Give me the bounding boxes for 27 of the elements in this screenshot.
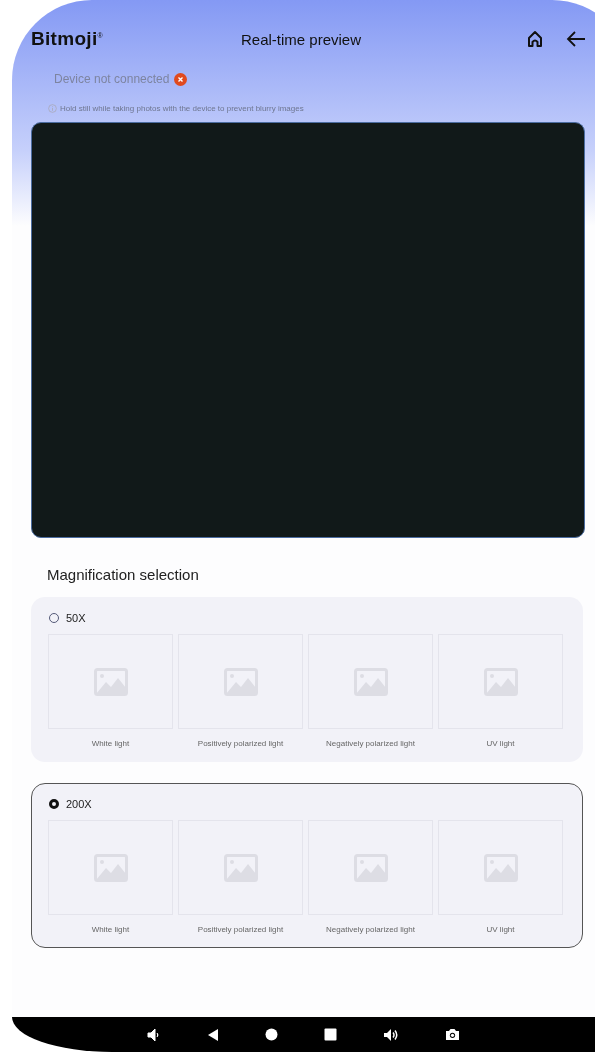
back-triangle-icon[interactable] [207,1027,219,1042]
magnification-card[interactable]: 50X White light Positively polarized light Negatively polarized light UV light [31,597,583,762]
camera-icon[interactable] [445,1028,460,1041]
volume-up-icon[interactable] [383,1027,399,1042]
image-caption: Positively polarized light [197,925,284,934]
section-title: Magnification selection [47,566,200,583]
image-caption: UV light [486,739,515,748]
image-caption: Negatively polarized light [326,739,415,748]
image-caption: Positively polarized light [197,739,284,748]
image-caption: White light [91,925,130,934]
connection-status: Device not connected [54,72,170,86]
back-icon[interactable] [565,29,587,49]
image-caption: UV light [486,925,515,934]
radio-button[interactable] [49,799,59,809]
recents-square-icon[interactable] [324,1028,337,1041]
page-title: Real-time preview [241,30,363,48]
hint-text: Hold still while taking photos with the device to prevent blurry images [60,104,304,113]
home-circle-icon[interactable] [265,1028,278,1041]
magnification-card[interactable]: 200X White light Positively polarized light Negatively polarized light UV light [31,783,583,948]
volume-down-icon[interactable] [147,1027,161,1042]
image-caption: Negatively polarized light [326,925,415,934]
magnification-label: 50X [66,612,86,624]
logo: Bitmoji$^{®}$ [31,28,104,50]
info-icon [48,104,57,113]
home-icon[interactable] [525,29,545,49]
image-caption: White light [91,739,130,748]
magnification-label: 200X [66,798,92,810]
